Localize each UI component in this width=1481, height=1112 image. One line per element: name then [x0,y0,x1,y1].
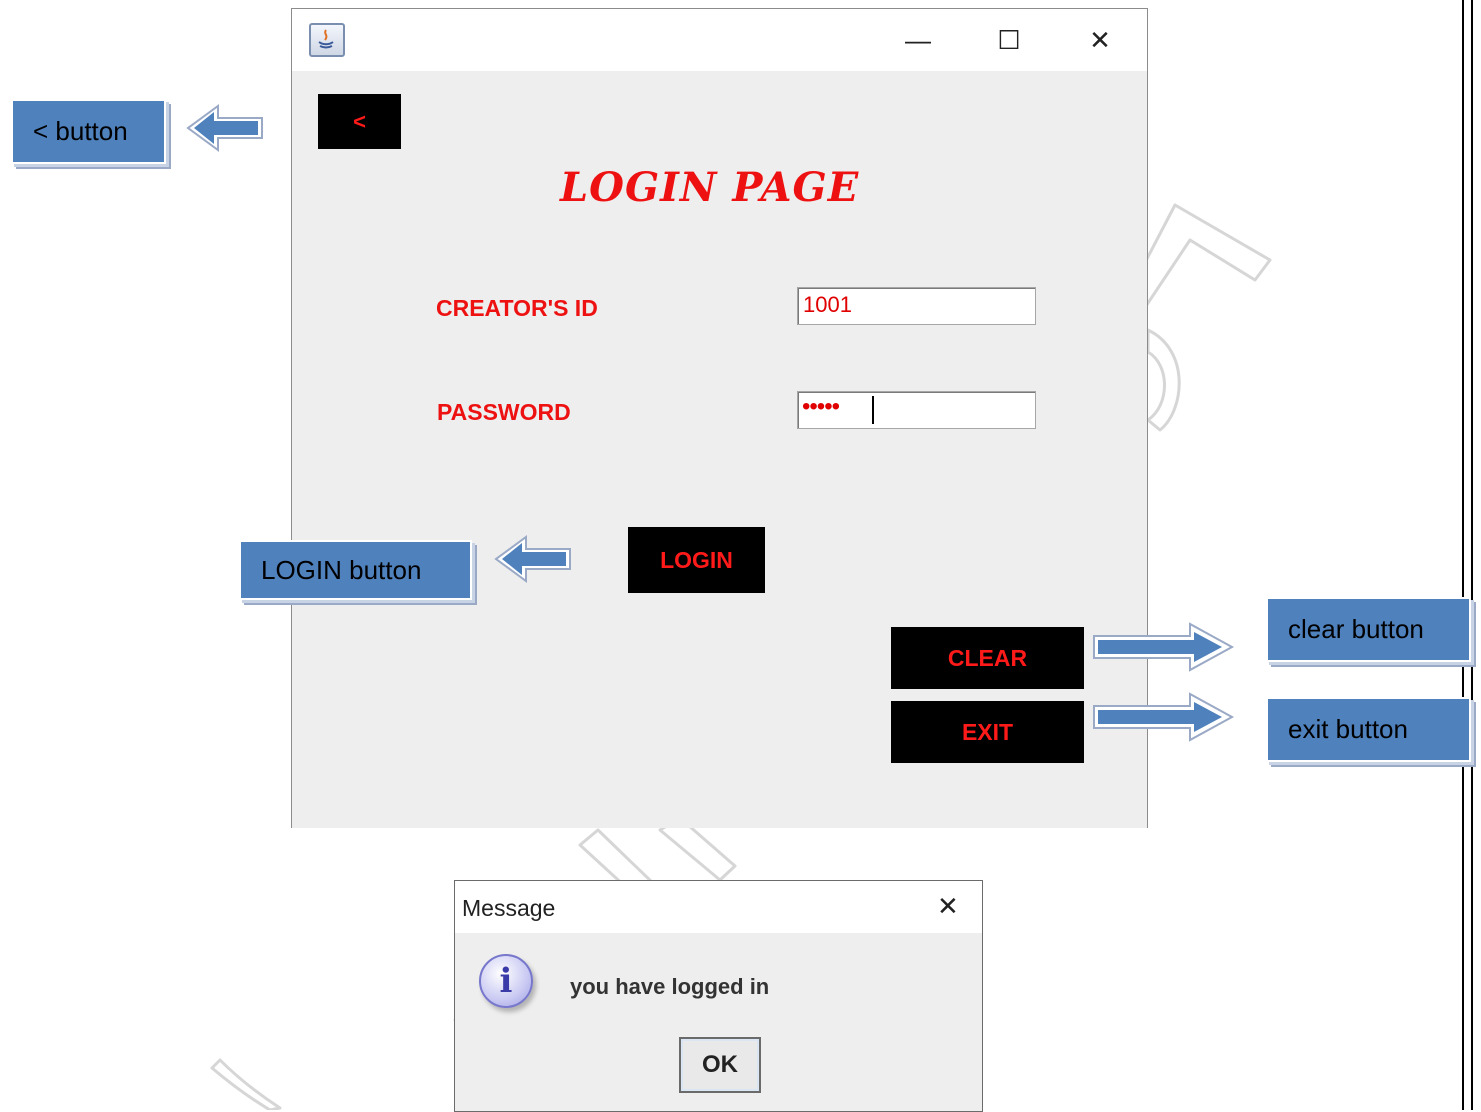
text-caret [872,396,874,424]
dialog-message: you have logged in [570,974,770,999]
page-title: LOGIN PAGE [560,164,860,211]
close-icon[interactable]: ✕ [1080,23,1120,57]
callout-login-button: LOGIN button [239,540,472,600]
dialog-title: Message [462,895,556,921]
password-mask: ••••• [802,393,840,420]
maximize-icon[interactable]: ☐ [989,23,1029,57]
password-field[interactable]: ••••• [797,391,1036,429]
callout-exit-button: exit button [1266,697,1471,762]
creator-id-label: CREATOR'S ID [436,295,598,321]
arrow-left-icon [494,535,571,583]
minimize-icon[interactable]: — [898,23,938,57]
password-label: PASSWORD [437,399,571,425]
callout-clear-button: clear button [1266,597,1471,662]
window-titlebar: — ☐ ✕ [292,9,1147,71]
login-window: — ☐ ✕ < LOGIN PAGE CREATOR'S ID 1001 PAS… [291,8,1148,828]
dialog-close-icon[interactable]: ✕ [937,891,959,922]
arrow-right-icon [1093,692,1235,742]
ok-button[interactable]: OK [679,1037,761,1093]
login-button[interactable]: LOGIN [628,527,765,593]
arrow-right-icon [1093,622,1235,672]
back-button[interactable]: < [318,94,401,149]
message-dialog: Message ✕ i you have logged in OK [454,880,983,1112]
dialog-titlebar: Message ✕ [455,881,982,933]
creator-id-field[interactable]: 1001 [797,287,1036,325]
java-icon [309,23,345,57]
clear-button[interactable]: CLEAR [891,627,1084,689]
info-icon: i [479,954,533,1008]
creator-id-value: 1001 [803,292,852,317]
callout-back-button: < button [11,99,166,164]
arrow-left-icon [186,104,263,152]
exit-button[interactable]: EXIT [891,701,1084,763]
